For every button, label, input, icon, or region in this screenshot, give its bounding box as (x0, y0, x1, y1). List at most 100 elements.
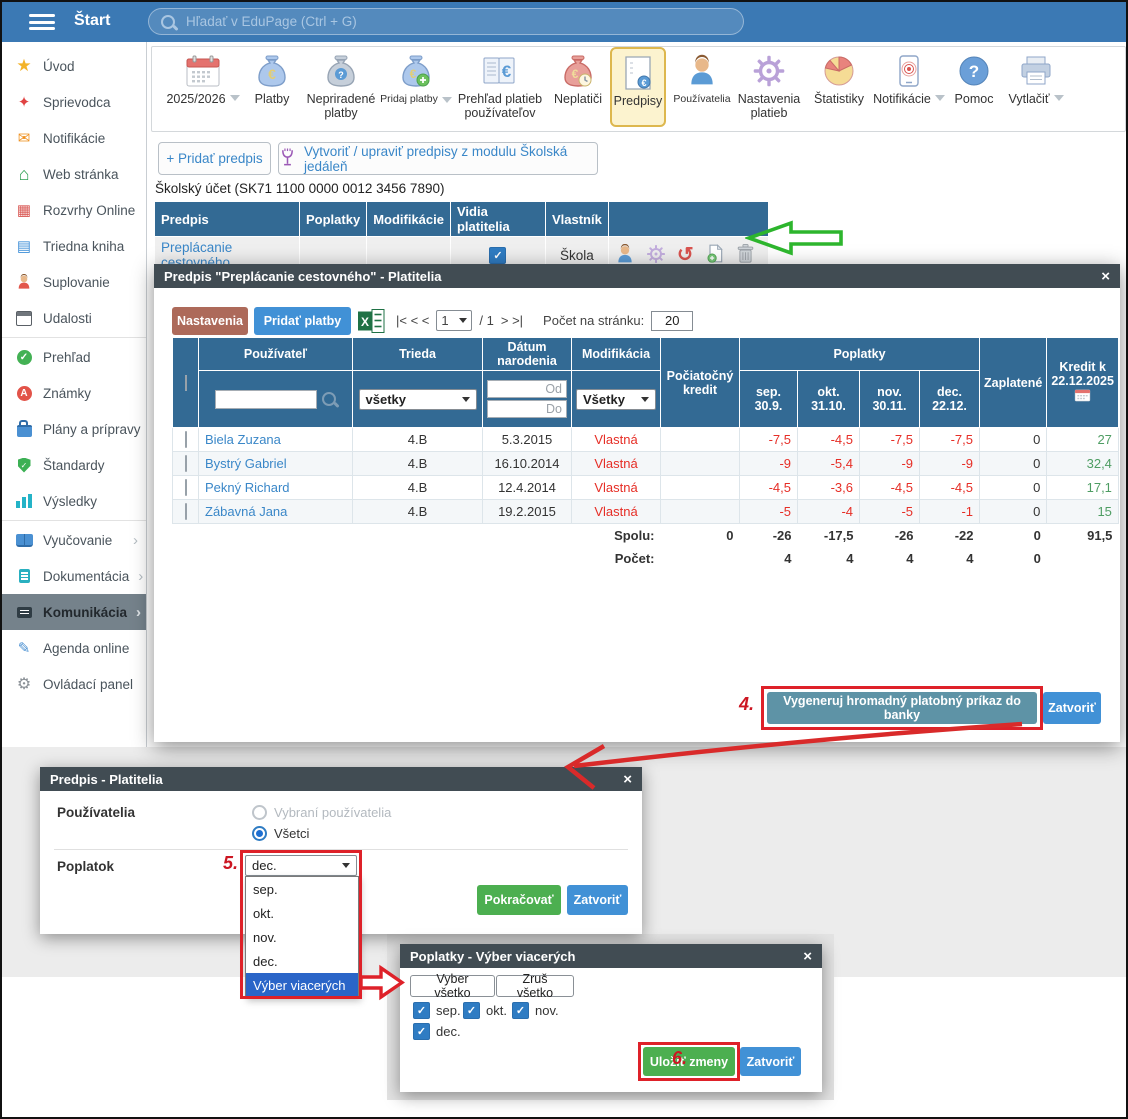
add-payments-button[interactable]: Pridať platby (254, 307, 351, 335)
close-button[interactable]: Zatvoriť (1043, 692, 1101, 724)
history-icon[interactable]: ↺ (677, 245, 694, 265)
toolbar-item-pridaj-platby[interactable]: € Pridaj platby (380, 50, 452, 128)
sidebar-item-dokumentacia[interactable]: Dokumentácia› (2, 558, 146, 594)
modal-title: Predpis "Preplácanie cestovného" - Plati… (164, 269, 441, 284)
add-predpis-button[interactable]: + Pridať predpis (158, 142, 271, 175)
checkbox-nov[interactable]: nov. (512, 1002, 559, 1019)
user-filter-cell (199, 371, 353, 428)
dob-to-input[interactable] (487, 400, 567, 418)
sidebar-item-komunikacia[interactable]: Komunikácia› (2, 594, 146, 630)
deselect-all-button[interactable]: Zruš všetko (496, 975, 574, 997)
checkbox-dec[interactable]: dec. (413, 1023, 461, 1040)
phone-notification-icon (897, 50, 921, 92)
toolbar-item-pomoc[interactable]: ? Pomoc (948, 50, 1000, 128)
hamburger-menu-icon[interactable] (29, 14, 55, 30)
sidebar-item-agenda[interactable]: ✎Agenda online (2, 630, 146, 666)
sidebar-item-triedna-kniha[interactable]: ▤Triedna kniha (2, 228, 146, 264)
person-icon (14, 274, 34, 290)
close-icon[interactable]: × (1101, 268, 1110, 285)
toolbar-item-prehlad-platieb[interactable]: € Prehľad platieb používateľov (452, 50, 548, 128)
user-link[interactable]: Biela Zuzana (205, 432, 281, 447)
toolbar-item-nepriradene-platby[interactable]: ? Nepriradené platby (302, 50, 380, 128)
toolbar-item-platby[interactable]: € Platby (242, 50, 302, 128)
search-icon (161, 15, 175, 29)
sidebar-item-ovladaci-panel[interactable]: ⚙Ovládací panel (2, 666, 146, 702)
svg-text:€: € (410, 67, 417, 81)
col-dob: Dátum narodenia (483, 338, 572, 371)
row-checkbox[interactable] (185, 431, 187, 448)
continue-button[interactable]: Pokračovať (477, 885, 561, 915)
totals-row: Spolu: 0 -26 -17,5 -26 -22 0 91,5 (173, 524, 1119, 548)
toolbar-item-nastavenia-platieb[interactable]: Nastavenia platieb (730, 50, 808, 128)
class-filter-select[interactable]: všetky (359, 389, 477, 410)
toolbar-item-neplatici[interactable]: € Neplatiči (548, 50, 608, 128)
col-poplatky: Poplatky (300, 202, 367, 237)
radio-all-users[interactable]: Všetci (252, 826, 309, 841)
dob-from-input[interactable] (487, 380, 567, 398)
create-edit-module-button[interactable]: Vytvoriť / upraviť predpisy z modulu Ško… (278, 142, 598, 175)
chevron-right-icon: › (133, 532, 138, 549)
sidebar-item-udalosti[interactable]: Udalosti (2, 300, 146, 336)
checkbox-checked-icon (463, 1002, 480, 1019)
edupage-window: Štart ★Úvod ✦Sprievodca ✉Notifikácie ⌂We… (0, 0, 1128, 1119)
toolbar-item-statistiky[interactable]: Štatistiky (808, 50, 870, 128)
question-circle-icon: ? (958, 50, 990, 92)
search-input[interactable] (184, 13, 731, 30)
sidebar-item-plany[interactable]: Plány a prípravy (2, 411, 146, 447)
sidebar-item-suplovanie[interactable]: Suplovanie (2, 264, 146, 300)
close-button[interactable]: Zatvoriť (567, 885, 628, 915)
class-filter-cell: všetky (353, 371, 483, 428)
sidebar-item-notifikacie[interactable]: ✉Notifikácie (2, 120, 146, 156)
payments-book-icon: € (480, 50, 520, 92)
pager-next-last[interactable]: > >| (501, 313, 523, 328)
pager-first-prev[interactable]: |< < < (396, 313, 429, 328)
pie-chart-icon (822, 50, 856, 92)
search-icon[interactable] (322, 392, 336, 406)
toolbar-item-school-year[interactable]: 2025/2026 (160, 50, 246, 128)
prescription-document-icon: € (622, 52, 654, 94)
user-link[interactable]: Bystrý Gabriel (205, 456, 287, 471)
close-icon[interactable]: × (803, 948, 812, 965)
dialog-title: Poplatky - Výber viacerých (410, 949, 575, 964)
sidebar-item-standardy[interactable]: ✓Štandardy (2, 447, 146, 483)
toolbar-item-predpisy[interactable]: € Predpisy (610, 47, 666, 127)
user-link[interactable]: Pekný Richard (205, 480, 290, 495)
excel-export-icon[interactable]: X (358, 309, 385, 336)
toolbar-item-vytlacit[interactable]: Vytlačiť (1000, 50, 1072, 128)
modification-filter-select[interactable]: Všetky (576, 389, 656, 410)
toolbar-item-notifikacie[interactable]: Notifikácie (870, 50, 948, 128)
per-page-input[interactable] (651, 311, 693, 331)
red-arrow-line (542, 700, 1042, 792)
checkbox-sep[interactable]: sep. (413, 1002, 461, 1019)
select-all-checkbox[interactable] (185, 375, 187, 391)
toolbar-item-pouzivatelia[interactable]: Používatelia (670, 50, 734, 128)
sidebar-item-rozvrhy[interactable]: ▦Rozvrhy Online (2, 192, 146, 228)
page-select[interactable]: 1 (436, 310, 472, 331)
sidebar-item-vysledky[interactable]: Výsledky (2, 483, 146, 519)
start-menu[interactable]: Štart (74, 12, 110, 30)
radio-selected-users[interactable]: Vybraní používatelia (252, 805, 391, 820)
users-label: Používatelia (57, 805, 135, 820)
global-search[interactable] (148, 8, 744, 35)
printer-icon (1018, 50, 1054, 92)
select-all-button[interactable]: Vyber všetko (410, 975, 495, 997)
school-account-label: Školský účet (SK71 1100 0000 0012 3456 7… (155, 181, 444, 196)
sidebar-item-prehlad[interactable]: ✓Prehľad (2, 339, 146, 375)
step-5-label: 5. (223, 853, 238, 874)
settings-button[interactable]: Nastavenia (172, 307, 248, 335)
row-checkbox[interactable] (185, 455, 187, 472)
user-search-input[interactable] (215, 390, 317, 409)
vidia-platitelia-checkbox[interactable] (489, 247, 506, 264)
col-class: Trieda (353, 338, 483, 371)
sidebar-item-uvod[interactable]: ★Úvod (2, 48, 146, 84)
sidebar-item-web-stranka[interactable]: ⌂Web stránka (2, 156, 146, 192)
checkbox-okt[interactable]: okt. (463, 1002, 507, 1019)
sidebar-item-sprievodca[interactable]: ✦Sprievodca (2, 84, 146, 120)
row-checkbox[interactable] (185, 479, 187, 496)
close-button[interactable]: Zatvoriť (740, 1047, 801, 1076)
sidebar-item-znamky[interactable]: AZnámky (2, 375, 146, 411)
row-checkbox[interactable] (185, 503, 187, 520)
user-link[interactable]: Zábavná Jana (205, 504, 287, 519)
sidebar-item-vyucovanie[interactable]: Vyučovanie› (2, 522, 146, 558)
calendar-icon[interactable] (1074, 388, 1091, 405)
